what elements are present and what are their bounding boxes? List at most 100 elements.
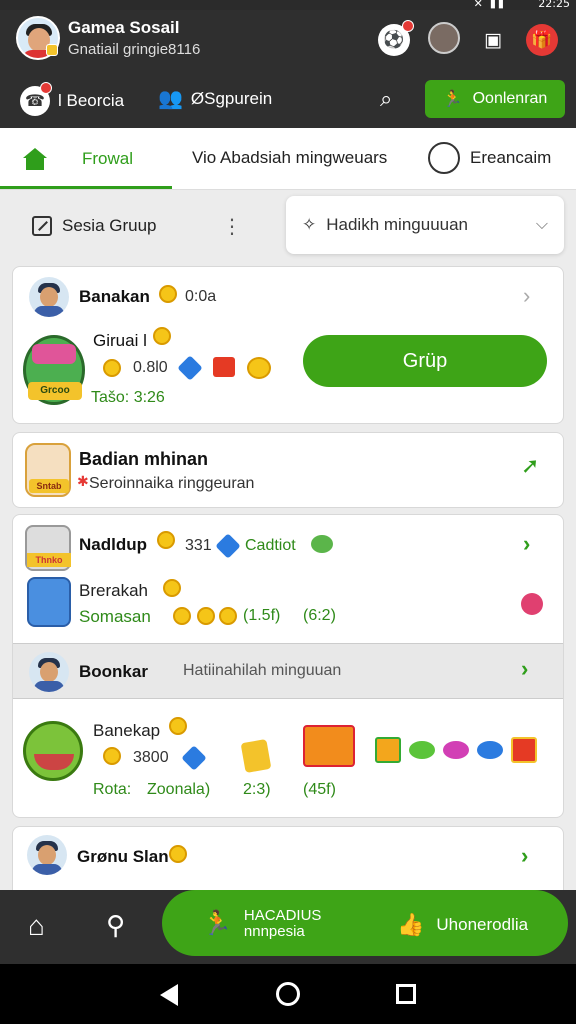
zone-label: Zoonala) bbox=[147, 781, 211, 798]
row-username: Boonkar bbox=[79, 662, 148, 681]
coin-icon bbox=[219, 607, 237, 625]
lock-badge-icon bbox=[46, 44, 58, 56]
coin-icon bbox=[197, 607, 215, 625]
thumbs-up-icon: 👍 bbox=[397, 912, 425, 937]
home-circle-icon[interactable] bbox=[276, 982, 300, 1006]
signal-icon: ✕ ▮▮ bbox=[473, 0, 506, 10]
more-options-icon[interactable]: ⋮ bbox=[222, 214, 242, 239]
gift-icon[interactable]: 🎁 bbox=[526, 24, 558, 56]
row-subtitle: Hatiinahilah minguuan bbox=[183, 662, 342, 679]
action-bar: 🏃 HACADIUS nnnpesia 👍 Uhonerodlia bbox=[162, 890, 568, 956]
coin-icon bbox=[163, 579, 181, 597]
search-dropdown[interactable]: ✧ Hadikh minguuuan ⌵ bbox=[286, 196, 564, 254]
clock: 22:25 bbox=[538, 0, 570, 10]
play-now-line2: nnnpesia bbox=[243, 923, 305, 940]
coin-icon bbox=[103, 747, 121, 765]
home-nav-icon[interactable]: ⌂ bbox=[28, 910, 45, 942]
card-label: Cadtiot bbox=[245, 537, 296, 554]
runner-icon: 🏃 bbox=[442, 91, 463, 108]
game-card-featured[interactable]: Banakan 0:0a › Grcoo Giruai l 0.8l0 Tašo… bbox=[12, 266, 564, 424]
gift-box-icon bbox=[303, 725, 355, 767]
game-art-label: Grcoo bbox=[28, 382, 82, 400]
active-tab-indicator bbox=[0, 186, 172, 189]
group-filter[interactable]: Sesia Gruup bbox=[32, 216, 157, 236]
game-card-group: Thnko Nadldup 331 Cadtiot › Brerakah Som… bbox=[12, 514, 564, 818]
coin-icon bbox=[157, 531, 175, 549]
trophy-icon bbox=[27, 577, 71, 627]
blue-candy-icon bbox=[477, 741, 503, 759]
game-tag: Tašo: 3:26 bbox=[91, 389, 165, 406]
download-button[interactable]: 🏃 Oonlenran bbox=[425, 80, 565, 118]
card-subtitle: Somasan bbox=[79, 607, 151, 626]
coin-icon bbox=[173, 607, 191, 625]
bottom-nav: ⌂ ⚲ 🏃 HACADIUS nnnpesia 👍 Uhonerodlia bbox=[0, 890, 576, 964]
game-basket-icon: Grcoo bbox=[23, 335, 85, 405]
highlighted-row[interactable]: Boonkar Hatiinahilah minguuan › bbox=[13, 643, 563, 699]
download-label: Oonlenran bbox=[472, 90, 548, 107]
group-join-button[interactable]: Grüp bbox=[303, 335, 547, 387]
play-now-button[interactable]: 🏃 HACADIUS nnnpesia bbox=[202, 908, 321, 940]
sparkle-icon: ✧ bbox=[302, 215, 317, 234]
frog-mascot-icon bbox=[23, 721, 83, 781]
red-gift-icon bbox=[213, 357, 235, 377]
group-icon: 👥 bbox=[158, 88, 183, 110]
arrow-right-icon[interactable]: › bbox=[521, 656, 528, 682]
groups-label: ØSgpurein bbox=[190, 88, 273, 108]
robot-art-label: Thnko bbox=[27, 553, 71, 567]
search-icon[interactable]: ⌕ bbox=[380, 86, 392, 112]
friends-link[interactable]: ☎ l Beorcia bbox=[20, 82, 125, 116]
back-icon[interactable] bbox=[160, 984, 178, 1006]
notification-dot bbox=[402, 20, 414, 32]
status-bar: ✕ ▮▮ 22:25 bbox=[0, 0, 576, 10]
star-icon: ✱ bbox=[77, 473, 89, 489]
tab-home-label: Frowal bbox=[82, 149, 134, 168]
card-title: Brerakah bbox=[79, 581, 148, 600]
tab-explore-label: Ereancaim bbox=[470, 148, 552, 167]
friends-label: l Beorcia bbox=[58, 91, 125, 110]
user-avatar bbox=[29, 277, 69, 317]
value-b: (6:2) bbox=[303, 607, 336, 624]
group-filter-label: Sesia Gruup bbox=[62, 216, 157, 235]
value-a: (1.5f) bbox=[243, 607, 281, 624]
game-value: 0.8l0 bbox=[133, 359, 168, 376]
cake-icon: Sntab bbox=[25, 443, 71, 497]
play-now-line1: HACADIUS bbox=[243, 907, 322, 924]
tab-home[interactable]: Frowal bbox=[22, 148, 133, 170]
search-placeholder: Hadikh minguuuan bbox=[326, 215, 469, 234]
card-icon bbox=[240, 738, 272, 774]
community-button[interactable]: 👍 Uhonerodlia bbox=[397, 912, 528, 938]
groups-link[interactable]: 👥 ØSgpurein bbox=[158, 86, 272, 111]
compass-icon bbox=[428, 142, 460, 174]
blue-gem-icon bbox=[177, 355, 203, 381]
tab-bar: Frowal Vio Abadsiah mingweuars Ereancaim bbox=[0, 128, 576, 190]
arrow-right-icon[interactable]: › bbox=[521, 843, 528, 869]
headset-icon: ☎ bbox=[20, 82, 52, 116]
coin-icon bbox=[103, 359, 121, 377]
rota-label: Rota: bbox=[93, 781, 132, 798]
card-value: 331 bbox=[185, 537, 212, 554]
user-avatar bbox=[29, 652, 69, 692]
tab-subscriptions[interactable]: Vio Abadsiah mingweuars bbox=[192, 148, 387, 168]
green-candy-icon bbox=[409, 741, 435, 759]
card-title: Badian mhinan bbox=[79, 449, 209, 469]
robot-icon: Thnko bbox=[25, 525, 71, 571]
chevron-right-icon[interactable]: › bbox=[523, 283, 530, 309]
app-title: Gamea Sosail bbox=[68, 18, 180, 37]
system-nav-bar bbox=[0, 964, 576, 1024]
arrow-right-icon[interactable]: ➚ bbox=[521, 453, 539, 479]
game-title: Giruai l bbox=[93, 331, 147, 350]
profile-nav-icon[interactable]: ⚲ bbox=[106, 910, 125, 941]
recent-apps-icon[interactable] bbox=[396, 984, 416, 1004]
chevron-down-icon: ⌵ bbox=[535, 216, 548, 233]
cake-art-label: Sntab bbox=[29, 479, 69, 493]
coin-icon bbox=[169, 845, 187, 863]
arrow-right-icon[interactable]: › bbox=[523, 531, 530, 557]
game-card-badian[interactable]: Sntab Badian mhinan Seroinnaika ringgeur… bbox=[12, 432, 564, 508]
blue-gem-icon bbox=[215, 533, 241, 559]
tab-explore[interactable]: Ereancaim bbox=[428, 142, 551, 174]
value-b: (45f) bbox=[303, 781, 336, 798]
chat-icon[interactable]: ▣ bbox=[477, 24, 509, 56]
card-subtitle: Seroinnaika ringgeuran bbox=[89, 475, 255, 492]
friend-avatar-icon[interactable] bbox=[428, 22, 460, 54]
app-header: Gamea Sosail Gnatiail gringie8116 ⚽ ▣ 🎁 … bbox=[0, 0, 576, 128]
